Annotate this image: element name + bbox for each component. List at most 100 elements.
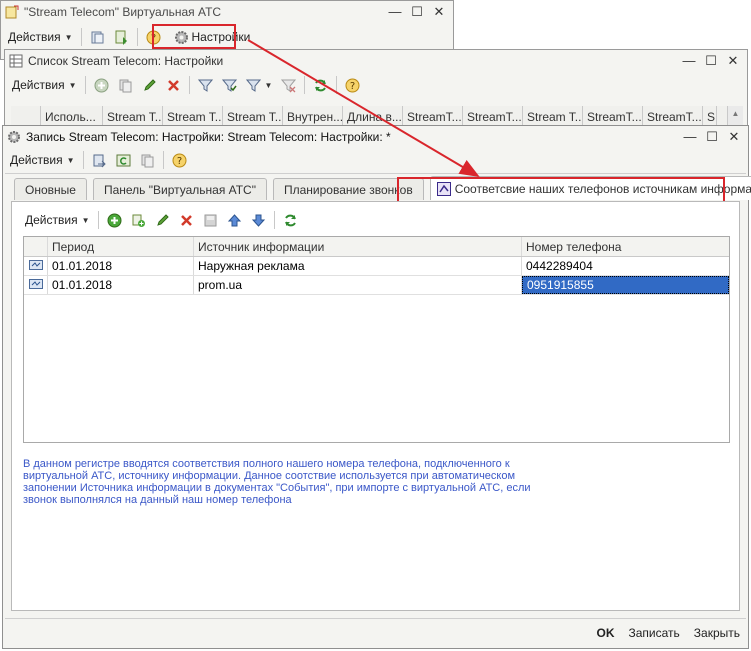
download-report-button[interactable] (111, 27, 132, 47)
tab-label: Панель "Виртуальная АТС" (103, 182, 256, 197)
actions-label: Действия (12, 78, 65, 92)
column-header-source[interactable]: Источник информации (194, 237, 522, 256)
column-header[interactable]: Stream T... (523, 106, 583, 127)
end-edit-button[interactable] (200, 210, 221, 230)
info-line: В данном регистре вводятся соответствия … (23, 458, 510, 470)
column-header[interactable]: S (703, 106, 717, 127)
cell-phone-selected[interactable]: 0951915855 (522, 276, 729, 294)
cell-period[interactable]: 01.01.2018 (48, 276, 194, 294)
close-icon[interactable]: ✕ (725, 53, 741, 69)
toolbar-separator (84, 76, 86, 94)
reread-button[interactable] (113, 150, 134, 170)
edit-button[interactable] (139, 75, 160, 95)
filter-value-button[interactable] (219, 75, 240, 95)
table-row[interactable]: 01.01.2018 Наружная реклама 0442289404 (24, 257, 729, 276)
record-row-icon (28, 278, 43, 292)
add-icon (94, 78, 109, 93)
register-toolbar: Действия ▼ (18, 208, 733, 232)
window-title: "Stream Telecom" Виртуальная АТС (24, 4, 222, 19)
app-icon (5, 5, 19, 19)
register-info-text: В данном регистре вводятся соответствия … (23, 458, 723, 506)
copy-record-button[interactable] (137, 150, 158, 170)
actions-menu-button[interactable]: Действия ▼ (5, 27, 76, 47)
tab-label: Планирование звонков (283, 182, 413, 197)
close-icon[interactable]: ✕ (431, 4, 447, 20)
refresh-button[interactable] (280, 210, 301, 230)
copy-icon (140, 153, 155, 168)
refresh-icon (313, 78, 328, 93)
filter-clear-button[interactable] (278, 75, 299, 95)
column-header[interactable]: Stream T... (103, 106, 163, 127)
maximize-icon[interactable]: ☐ (704, 129, 720, 145)
caret-down-icon: ▼ (64, 32, 73, 42)
toolbar-separator (273, 211, 275, 229)
save-and-close-button[interactable] (89, 150, 110, 170)
copy-button[interactable] (128, 210, 149, 230)
column-header[interactable]: Stream T... (223, 106, 283, 127)
column-header[interactable]: Длина в... (343, 106, 403, 127)
settings-highlight-box (152, 24, 236, 49)
column-header[interactable]: Внутрен... (283, 106, 343, 127)
maximize-icon[interactable]: ☐ (409, 4, 425, 20)
column-header-period[interactable]: Период (48, 237, 194, 256)
cell-phone[interactable]: 0442289404 (522, 257, 729, 275)
window-settings-record: Запись Stream Telecom: Настройки: Stream… (2, 125, 751, 649)
move-up-button[interactable] (224, 210, 245, 230)
column-header-marker (11, 106, 41, 127)
close-icon[interactable]: ✕ (726, 129, 742, 145)
column-header-marker (24, 237, 48, 256)
cell-source[interactable]: Наружная реклама (194, 257, 522, 275)
register-table: Период Источник информации Номер телефон… (23, 236, 730, 443)
cell-source[interactable]: prom.ua (194, 276, 522, 294)
window-virtual-pbx-titlebar: "Stream Telecom" Виртуальная АТС — ☐ ✕ (1, 1, 453, 22)
move-down-button[interactable] (248, 210, 269, 230)
column-header[interactable]: Исполь... (41, 106, 103, 127)
minimize-icon[interactable]: — (681, 53, 697, 69)
document-list-button[interactable] (87, 27, 108, 47)
caret-down-icon: ▼ (81, 215, 90, 225)
cell-period[interactable]: 01.01.2018 (48, 257, 194, 275)
minimize-icon[interactable]: — (387, 4, 403, 20)
window-title: Список Stream Telecom: Настройки (28, 53, 224, 68)
refresh-button[interactable] (310, 75, 331, 95)
ok-button[interactable]: OK (597, 626, 615, 640)
column-header[interactable]: StreamT... (403, 106, 463, 127)
svg-text:?: ? (350, 81, 355, 92)
tab-main[interactable]: Оновные (14, 178, 87, 200)
copy-button[interactable] (115, 75, 136, 95)
window-settings-list-titlebar: Список Stream Telecom: Настройки — ☐ ✕ (5, 50, 747, 71)
add-button[interactable] (104, 210, 125, 230)
maximize-icon[interactable]: ☐ (703, 53, 719, 69)
window-settings-record-titlebar: Запись Stream Telecom: Настройки: Stream… (3, 126, 748, 147)
column-header[interactable]: StreamT... (583, 106, 643, 127)
edit-button[interactable] (152, 210, 173, 230)
filter-history-button[interactable]: ▼ (243, 75, 276, 95)
save-button[interactable]: Записать (629, 626, 680, 640)
toolbar-separator (304, 76, 306, 94)
column-header-phone[interactable]: Номер телефона (522, 237, 729, 256)
actions-menu-button[interactable]: Действия ▼ (7, 150, 78, 170)
actions-menu-button[interactable]: Действия ▼ (22, 210, 93, 230)
table-header-row: Период Источник информации Номер телефон… (24, 237, 729, 257)
column-header[interactable]: Stream T... (163, 106, 223, 127)
close-button[interactable]: Закрыть (694, 626, 740, 640)
table-icon (9, 54, 23, 68)
filter-icon (197, 78, 213, 93)
help-button[interactable]: ? (169, 150, 190, 170)
column-header[interactable]: StreamT... (463, 106, 523, 127)
add-button[interactable] (91, 75, 112, 95)
actions-menu-button[interactable]: Действия ▼ (9, 75, 80, 95)
table-row[interactable]: 01.01.2018 prom.ua 0951915855 (24, 276, 729, 295)
toolbar-separator (136, 28, 138, 46)
minimize-icon[interactable]: — (682, 129, 698, 145)
filter-set-button[interactable] (195, 75, 216, 95)
column-header[interactable]: StreamT... (643, 106, 703, 127)
delete-button[interactable] (163, 75, 184, 95)
actions-label: Действия (8, 30, 61, 44)
refresh-icon (283, 213, 298, 228)
reread-icon (116, 153, 131, 168)
delete-button[interactable] (176, 210, 197, 230)
help-button[interactable]: ? (342, 75, 363, 95)
filter-clear-icon (281, 78, 297, 93)
tab-virtual-pbx-panel[interactable]: Панель "Виртуальная АТС" (92, 178, 267, 200)
